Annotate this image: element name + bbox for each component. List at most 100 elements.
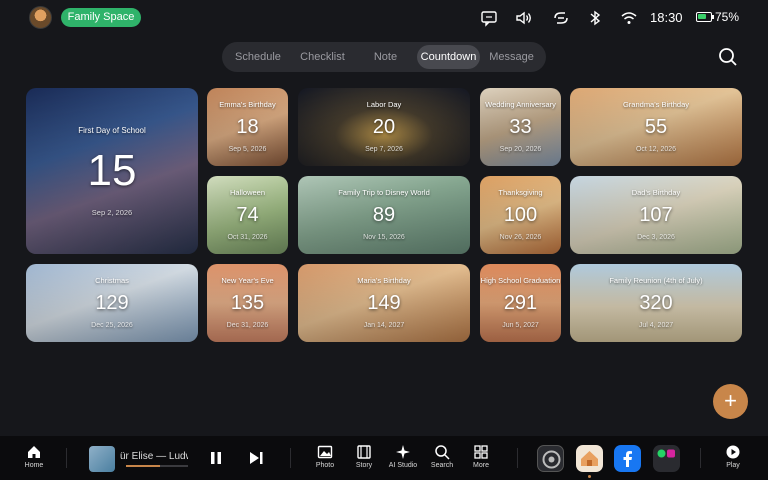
battery-percentage: 75% <box>715 10 740 24</box>
search-icon <box>435 445 450 460</box>
countdown-card[interactable]: Thanksgiving 100 Nov 26, 2026 <box>480 176 561 254</box>
link-icon[interactable] <box>552 9 570 27</box>
countdown-card[interactable]: Wedding Anniversary 33 Sep 20, 2026 <box>480 88 561 166</box>
countdown-card[interactable]: Grandma's Birthday 55 Oct 12, 2026 <box>570 88 742 166</box>
photo-icon <box>317 445 333 459</box>
countdown-title: Family Reunion (4th of July) <box>609 276 703 285</box>
countdown-title: Christmas <box>95 276 129 285</box>
sparkle-icon <box>396 445 410 459</box>
facebook-icon[interactable] <box>614 445 641 472</box>
countdown-card[interactable]: Emma's Birthday 18 Sep 5, 2026 <box>207 88 288 166</box>
wifi-icon[interactable] <box>620 9 638 27</box>
countdown-date: Dec 25, 2026 <box>91 322 133 329</box>
countdown-card[interactable]: Christmas 129 Dec 25, 2026 <box>26 264 198 342</box>
message-icon[interactable] <box>480 9 498 27</box>
countdown-date: Jan 14, 2027 <box>363 322 405 329</box>
more-label: More <box>473 462 489 469</box>
settings-app-icon[interactable] <box>537 445 564 472</box>
countdown-title: Family Trip to Disney World <box>338 188 430 197</box>
battery-level <box>698 14 707 19</box>
home-button[interactable]: Home <box>16 444 52 469</box>
countdown-title: Grandma's Birthday <box>622 100 690 109</box>
album-art[interactable] <box>89 446 115 472</box>
countdown-days: 291 <box>503 292 538 314</box>
play-label: Play <box>726 462 740 469</box>
countdown-title: Halloween <box>229 188 266 197</box>
countdown-card[interactable]: Labor Day 20 Sep 7, 2026 <box>298 88 470 166</box>
countdown-days: 135 <box>230 292 265 314</box>
countdown-date: Oct 31, 2026 <box>227 234 268 241</box>
story-icon <box>357 445 371 459</box>
countdown-days: 149 <box>367 292 401 314</box>
search-dock-button[interactable]: Search <box>424 444 460 469</box>
countdown-days: 20 <box>372 116 396 138</box>
countdown-days: 55 <box>644 116 668 138</box>
countdown-date: Sep 7, 2026 <box>365 146 403 153</box>
story-label: Story <box>355 462 373 469</box>
countdown-days: 18 <box>236 116 259 138</box>
countdown-days: 33 <box>509 116 532 138</box>
story-button[interactable]: Story <box>346 444 382 469</box>
home-app-icon[interactable] <box>576 445 603 472</box>
countdown-card[interactable]: Family Reunion (4th of July) 320 Jul 4, … <box>570 264 742 342</box>
volume-icon[interactable] <box>515 9 533 27</box>
photo-button[interactable]: Photo <box>307 444 343 469</box>
tab-note[interactable]: Note <box>354 45 417 69</box>
countdown-card[interactable]: Maria's Birthday 149 Jan 14, 2027 <box>298 264 470 342</box>
home-icon <box>28 446 40 458</box>
countdown-title: Labor Day <box>366 100 402 109</box>
home-label: Home <box>24 462 44 469</box>
avatar[interactable] <box>29 6 52 29</box>
countdown-date: Sep 5, 2026 <box>228 146 267 153</box>
countdown-date: Sep 20, 2026 <box>499 146 542 153</box>
play-icon <box>726 445 740 459</box>
bluetooth-icon[interactable] <box>586 9 604 27</box>
pause-icon[interactable] <box>208 450 224 466</box>
now-playing-title[interactable]: ür Elise — Ludwig van Beethoven <box>120 451 188 462</box>
more-button[interactable]: More <box>463 444 499 469</box>
countdown-days: 100 <box>503 204 538 226</box>
countdown-card[interactable]: Halloween 74 Oct 31, 2026 <box>207 176 288 254</box>
countdown-title: High School Graduation <box>480 276 561 285</box>
search-label: Search <box>430 462 454 469</box>
countdown-days: 129 <box>95 292 129 314</box>
tab-message[interactable]: Message <box>480 45 543 69</box>
countdown-title: Maria's Birthday <box>357 276 411 285</box>
countdown-days: 74 <box>236 204 259 226</box>
countdown-card[interactable]: Dad's Birthday 107 Dec 3, 2026 <box>570 176 742 254</box>
play-button[interactable]: Play <box>715 444 751 469</box>
search-icon[interactable] <box>718 47 738 67</box>
countdown-card[interactable]: New Year's Eve 135 Dec 31, 2026 <box>207 264 288 342</box>
countdown-title: Wedding Anniversary <box>485 100 556 109</box>
add-countdown-button[interactable]: + <box>713 384 748 419</box>
tab-checklist[interactable]: Checklist <box>291 45 354 69</box>
countdown-date: Nov 15, 2026 <box>363 234 405 241</box>
app-folder-icon[interactable] <box>653 445 680 472</box>
countdown-date: Jul 4, 2027 <box>638 322 674 329</box>
countdown-date: Sep 2, 2026 <box>91 208 133 217</box>
photo-label: Photo <box>315 462 335 469</box>
countdown-days: 320 <box>639 292 673 314</box>
countdown-days: 107 <box>639 204 673 226</box>
countdown-days: 15 <box>87 146 137 195</box>
countdown-date: Jun 5, 2027 <box>502 322 539 329</box>
countdown-card[interactable]: First Day of School 15 Sep 2, 2026 <box>26 88 198 254</box>
clock: 18:30 <box>650 10 683 25</box>
countdown-title: New Year's Eve <box>221 276 274 285</box>
countdown-title: Emma's Birthday <box>219 100 276 109</box>
countdown-date: Dec 31, 2026 <box>226 322 269 329</box>
countdown-card[interactable]: High School Graduation 291 Jun 5, 2027 <box>480 264 561 342</box>
ai-studio-button[interactable]: AI Studio <box>385 444 421 469</box>
family-space-button[interactable]: Family Space <box>61 8 141 27</box>
tab-schedule[interactable]: Schedule <box>225 45 291 69</box>
countdown-date: Nov 26, 2026 <box>499 234 542 241</box>
grid-icon <box>474 445 488 459</box>
countdown-days: 89 <box>372 204 396 226</box>
countdown-date: Oct 12, 2026 <box>635 146 677 153</box>
top-bar: Family Space 18:30 75% <box>0 0 768 36</box>
countdown-card[interactable]: Family Trip to Disney World 89 Nov 15, 2… <box>298 176 470 254</box>
view-tabs: Schedule Checklist Note Countdown Messag… <box>222 42 546 72</box>
track-progress-bar[interactable] <box>126 465 161 467</box>
tab-countdown[interactable]: Countdown <box>417 45 481 69</box>
next-track-icon[interactable] <box>248 450 264 466</box>
